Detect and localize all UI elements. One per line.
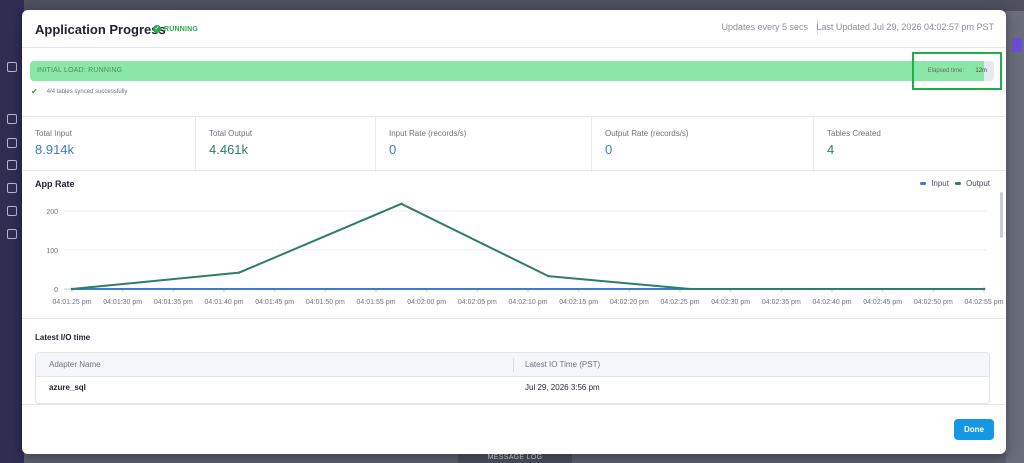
x-tick-label: 04:02:45 pm bbox=[863, 299, 902, 306]
initial-load-progress: INITIAL LOAD: RUNNING Elapsed time: 12m bbox=[30, 61, 994, 81]
y-tick-label: 200 bbox=[46, 209, 58, 216]
check-icon: ✔ bbox=[31, 87, 38, 96]
synced-status: ✔ 4/4 tables synced successfully bbox=[31, 87, 127, 96]
legend-label: Input bbox=[931, 179, 949, 188]
data-point-output bbox=[70, 287, 74, 291]
apps-icon[interactable] bbox=[7, 138, 17, 148]
legend-item-output[interactable]: Output bbox=[954, 179, 990, 188]
stat-output-rate: Output Rate (records/s) 0 bbox=[592, 117, 814, 172]
x-tick-label: 04:01:25 pm bbox=[53, 299, 92, 306]
monitor-icon[interactable] bbox=[7, 160, 17, 170]
x-tick-label: 04:02:05 pm bbox=[458, 299, 497, 306]
stat-total-input: Total Input 8.914k bbox=[22, 117, 196, 172]
x-tick-label: 04:02:10 pm bbox=[509, 299, 548, 306]
terminal-icon[interactable] bbox=[7, 229, 17, 239]
stat-label: Total Output bbox=[209, 129, 253, 138]
stat-value: 0 bbox=[389, 142, 397, 157]
legend-item-input[interactable]: Input bbox=[920, 179, 949, 188]
stat-total-output: Total Output 4.461k bbox=[196, 117, 376, 172]
cell-adapter-name: azure_sql bbox=[49, 383, 86, 392]
home-icon[interactable] bbox=[7, 114, 17, 124]
cell-io-time: Jul 29, 2026 3:56 pm bbox=[525, 383, 600, 392]
x-tick-label: 04:02:20 pm bbox=[610, 299, 649, 306]
x-tick-label: 04:02:55 pm bbox=[965, 299, 1004, 306]
x-tick-label: 04:01:55 pm bbox=[357, 299, 396, 306]
x-tick-label: 04:01:50 pm bbox=[306, 299, 345, 306]
stat-label: Output Rate (records/s) bbox=[605, 129, 689, 138]
modal-title: Application Progress bbox=[35, 22, 166, 37]
chart-legend: Input Output bbox=[920, 179, 990, 188]
x-tick-label: 04:02:40 pm bbox=[813, 299, 852, 306]
stat-value: 8.914k bbox=[35, 142, 75, 157]
x-tick-label: 04:01:40 pm bbox=[205, 299, 244, 306]
modal-header: Application Progress ✓ RUNNING Updates e… bbox=[22, 10, 1006, 48]
x-tick-label: 04:01:30 pm bbox=[103, 299, 142, 306]
status-badge: ✓ RUNNING bbox=[153, 25, 198, 33]
settings-icon[interactable] bbox=[7, 183, 17, 193]
stat-value: 4 bbox=[827, 142, 835, 157]
data-point-output bbox=[238, 271, 241, 274]
x-tick-label: 04:02:30 pm bbox=[711, 299, 750, 306]
menu-icon[interactable] bbox=[7, 62, 17, 72]
app-right-panel bbox=[1006, 11, 1024, 463]
app-action-button[interactable] bbox=[1012, 38, 1022, 52]
x-tick-label: 04:01:35 pm bbox=[154, 299, 193, 306]
scrollbar-thumb[interactable] bbox=[1000, 192, 1003, 238]
data-point-output bbox=[547, 274, 550, 278]
elapsed-time-highlight bbox=[912, 52, 1002, 90]
update-interval: Updates every 5 secs bbox=[721, 22, 808, 32]
legend-swatch bbox=[954, 182, 961, 185]
table-header: Adapter Name Latest IO Time (PST) bbox=[36, 353, 989, 377]
stat-label: Input Rate (records/s) bbox=[389, 129, 467, 138]
stat-value: 0 bbox=[605, 142, 613, 157]
x-tick-label: 04:02:00 pm bbox=[407, 299, 446, 306]
x-tick-label: 04:02:50 pm bbox=[914, 299, 953, 306]
progress-fill bbox=[30, 61, 985, 81]
data-point-output bbox=[982, 287, 986, 291]
progress-label: INITIAL LOAD: RUNNING bbox=[37, 67, 123, 74]
synced-text: 4/4 tables synced successfully bbox=[46, 88, 128, 95]
stats-row: Total Input 8.914k Total Output 4.461k I… bbox=[22, 116, 1006, 172]
y-tick-label: 0 bbox=[54, 287, 58, 294]
legend-swatch bbox=[920, 182, 927, 185]
column-header-adapter[interactable]: Adapter Name bbox=[49, 360, 101, 369]
x-tick-label: 04:02:15 pm bbox=[559, 299, 598, 306]
status-text: RUNNING bbox=[164, 25, 199, 33]
stat-value: 4.461k bbox=[209, 142, 249, 157]
footer-divider bbox=[22, 404, 1006, 405]
series-line-output bbox=[71, 202, 984, 290]
app-sidebar bbox=[0, 0, 24, 463]
column-divider bbox=[513, 358, 514, 372]
io-table: Adapter Name Latest IO Time (PST) azure_… bbox=[35, 352, 990, 404]
chart-title: App Rate bbox=[35, 179, 75, 189]
data-point-output bbox=[400, 202, 403, 205]
io-section-title: Latest I/O time bbox=[35, 333, 91, 342]
stat-label: Total Input bbox=[35, 129, 72, 138]
section-divider bbox=[22, 318, 1006, 319]
x-tick-label: 04:02:35 pm bbox=[762, 299, 801, 306]
check-circle-icon: ✓ bbox=[153, 25, 161, 33]
app-rate-chart: 0 100 200 04:01:25 pm 04:01:30 pm 04:01:35 pm… bbox=[46, 202, 1004, 306]
last-updated: Last Updated Jul 29, 2026 04:02:57 pm PS… bbox=[816, 22, 994, 32]
application-progress-modal: Application Progress ✓ RUNNING Updates e… bbox=[22, 10, 1006, 454]
grid-icon[interactable] bbox=[7, 206, 17, 216]
x-tick-label: 04:01:45 pm bbox=[255, 299, 294, 306]
column-header-io-time[interactable]: Latest IO Time (PST) bbox=[525, 360, 600, 369]
x-tick-label: 04:02:25 pm bbox=[661, 299, 700, 306]
stat-input-rate: Input Rate (records/s) 0 bbox=[376, 117, 592, 172]
done-button[interactable]: Done bbox=[954, 419, 994, 440]
stat-tables-created: Tables Created 4 bbox=[814, 117, 1006, 172]
y-tick-label: 100 bbox=[46, 248, 58, 255]
stat-label: Tables Created bbox=[827, 129, 881, 138]
legend-label: Output bbox=[965, 179, 990, 188]
data-point-output bbox=[688, 287, 692, 291]
